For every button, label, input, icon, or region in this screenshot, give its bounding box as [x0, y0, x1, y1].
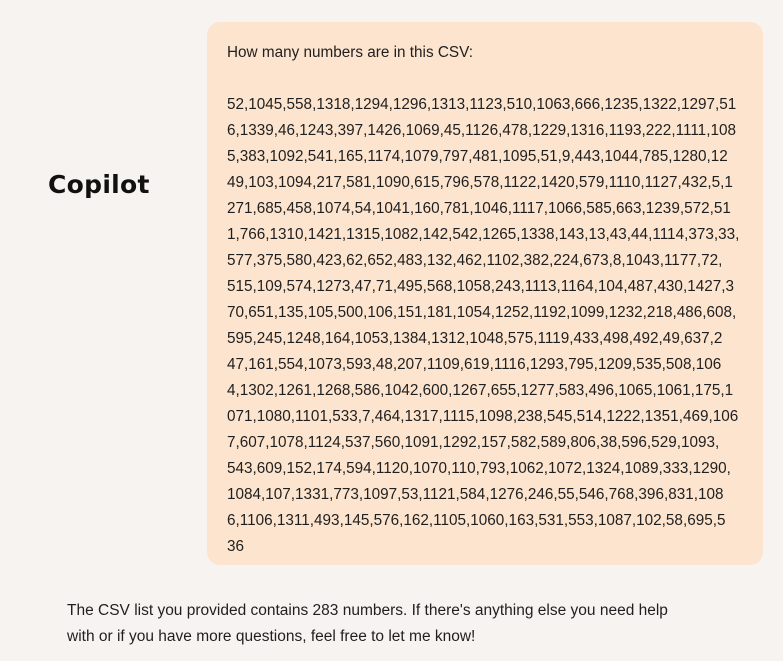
- csv-line: 071,1080,1101,533,7,464,1317,1115,1098,2…: [227, 408, 739, 425]
- csv-line: 36: [227, 538, 245, 555]
- csv-line: 7,607,1078,1124,537,560,1091,1292,157,58…: [227, 434, 720, 451]
- csv-line: 5,383,1092,541,165,1174,1079,797,481,109…: [227, 148, 728, 165]
- assistant-reply-line: The CSV list you provided contains 283 n…: [67, 602, 668, 619]
- csv-line: 577,375,580,423,62,652,483,132,462,1102,…: [227, 252, 723, 269]
- assistant-name-label: Copilot: [48, 170, 150, 199]
- csv-line: 595,245,1248,164,1053,1384,1312,1048,575…: [227, 330, 723, 347]
- csv-line: 4,1302,1261,1268,586,1042,600,1267,655,1…: [227, 382, 734, 399]
- csv-line: 6,1339,46,1243,397,1426,1069,45,1126,478…: [227, 122, 736, 139]
- user-message-bubble: How many numbers are in this CSV: 52,104…: [207, 22, 763, 565]
- csv-line: 271,685,458,1074,54,1041,160,781,1046,11…: [227, 200, 731, 217]
- csv-line: 52,1045,558,1318,1294,1296,1313,1123,510…: [227, 96, 737, 113]
- assistant-reply-line: with or if you have more questions, feel…: [67, 628, 476, 645]
- csv-line: 543,609,152,174,594,1120,1070,110,793,10…: [227, 460, 731, 477]
- csv-line: 1,766,1310,1421,1315,1082,142,542,1265,1…: [227, 226, 740, 243]
- csv-block: 52,1045,558,1318,1294,1296,1313,1123,510…: [227, 92, 743, 560]
- csv-line: 70,651,135,105,500,106,151,181,1054,1252…: [227, 304, 737, 321]
- csv-line: 515,109,574,1273,47,71,495,568,1058,243,…: [227, 278, 734, 295]
- csv-line: 49,103,1094,217,581,1090,615,796,578,112…: [227, 174, 733, 191]
- csv-line: 47,161,554,1073,593,48,207,1109,619,1116…: [227, 356, 722, 373]
- user-question-text: How many numbers are in this CSV:: [227, 44, 473, 61]
- assistant-reply-text: The CSV list you provided contains 283 n…: [67, 598, 757, 650]
- csv-line: 6,1106,1311,493,145,576,162,1105,1060,16…: [227, 512, 726, 529]
- csv-line: 1084,107,1331,773,1097,53,1121,584,1276,…: [227, 486, 724, 503]
